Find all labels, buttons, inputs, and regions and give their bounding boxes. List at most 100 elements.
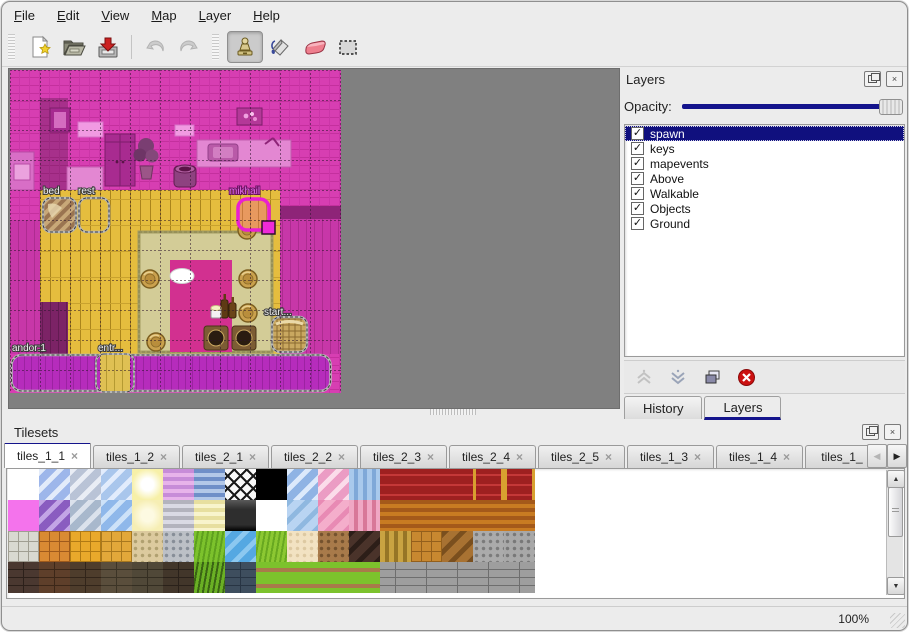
- tile-3-1[interactable]: [39, 562, 70, 593]
- tile-0-8[interactable]: [256, 469, 287, 500]
- tile-grid[interactable]: [8, 469, 535, 593]
- scroll-down-arrow[interactable]: ▼: [887, 577, 905, 595]
- tile-1-10[interactable]: [318, 500, 349, 531]
- tile-2-8[interactable]: [256, 531, 287, 562]
- tileset-tab-tiles_2_1[interactable]: tiles_2_1×: [182, 445, 269, 468]
- layer-visibility-checkbox[interactable]: ✓: [631, 202, 644, 215]
- tileset-tab-tiles_2_2[interactable]: tiles_2_2×: [271, 445, 358, 468]
- tileset-tab-tiles_2_3[interactable]: tiles_2_3×: [360, 445, 447, 468]
- tile-3-11[interactable]: [349, 562, 380, 593]
- toolbar-drag-handle[interactable]: [8, 34, 15, 60]
- tile-3-0[interactable]: [8, 562, 39, 593]
- tile-3-12[interactable]: [380, 562, 411, 593]
- layer-visibility-checkbox[interactable]: ✓: [631, 217, 644, 230]
- tile-3-5[interactable]: [163, 562, 194, 593]
- tile-0-1[interactable]: [39, 469, 70, 500]
- tile-1-3[interactable]: [101, 500, 132, 531]
- map-view[interactable]: bed rest mikhail start... entr... andor:…: [8, 68, 620, 409]
- tile-0-5[interactable]: [163, 469, 194, 500]
- tile-0-0[interactable]: [8, 469, 39, 500]
- tile-0-16[interactable]: [504, 469, 535, 500]
- layer-visibility-checkbox[interactable]: ✓: [631, 127, 644, 140]
- tile-2-9[interactable]: [287, 531, 318, 562]
- tile-2-2[interactable]: [70, 531, 101, 562]
- tileset-tab-tiles_1_1[interactable]: tiles_1_1×: [4, 443, 91, 468]
- horizontal-splitter-handle[interactable]: [430, 409, 476, 415]
- tile-1-11[interactable]: [349, 500, 380, 531]
- menu-edit[interactable]: Edit: [57, 8, 79, 23]
- tile-1-4[interactable]: [132, 500, 163, 531]
- tile-0-11[interactable]: [349, 469, 380, 500]
- tile-0-3[interactable]: [101, 469, 132, 500]
- tile-0-14[interactable]: [442, 469, 473, 500]
- layer-visibility-checkbox[interactable]: ✓: [631, 142, 644, 155]
- tile-0-4[interactable]: [132, 469, 163, 500]
- tileset-tab-tiles_2_5[interactable]: tiles_2_5×: [538, 445, 625, 468]
- tile-3-13[interactable]: [411, 562, 442, 593]
- menu-view[interactable]: View: [101, 8, 129, 23]
- tile-1-2[interactable]: [70, 500, 101, 531]
- tilesets-float-button[interactable]: [862, 424, 879, 440]
- tileset-tab-tiles_1_4[interactable]: tiles_1_4×: [716, 445, 803, 468]
- tile-2-14[interactable]: [442, 531, 473, 562]
- tile-2-3[interactable]: [101, 531, 132, 562]
- layers-float-button[interactable]: [864, 71, 881, 87]
- tile-0-7[interactable]: [225, 469, 256, 500]
- tile-1-12[interactable]: [380, 500, 411, 531]
- tile-2-16[interactable]: [504, 531, 535, 562]
- layer-row-keys[interactable]: ✓keys: [625, 141, 904, 156]
- opacity-slider[interactable]: [682, 98, 903, 114]
- tile-2-11[interactable]: [349, 531, 380, 562]
- tileset-tab-tiles_1_3[interactable]: tiles_1_3×: [627, 445, 714, 468]
- save-button[interactable]: [91, 32, 125, 62]
- tileset-tab-tiles_2_4[interactable]: tiles_2_4×: [449, 445, 536, 468]
- tile-1-14[interactable]: [442, 500, 473, 531]
- close-tab-icon[interactable]: ×: [694, 450, 701, 464]
- menu-help[interactable]: Help: [253, 8, 280, 23]
- tileset-vertical-scrollbar[interactable]: ▲ ▼: [886, 470, 903, 595]
- tile-0-12[interactable]: [380, 469, 411, 500]
- tile-1-8[interactable]: [256, 500, 287, 531]
- tile-1-6[interactable]: [194, 500, 225, 531]
- scroll-up-arrow[interactable]: ▲: [887, 470, 905, 488]
- move-layer-up-button[interactable]: [632, 365, 656, 389]
- tile-1-15[interactable]: [473, 500, 504, 531]
- duplicate-layer-button[interactable]: [700, 365, 724, 389]
- layer-row-Above[interactable]: ✓Above: [625, 171, 904, 186]
- tile-2-15[interactable]: [473, 531, 504, 562]
- eraser-button[interactable]: [297, 32, 331, 62]
- layer-row-spawn[interactable]: ✓spawn: [625, 126, 904, 141]
- new-file-button[interactable]: [23, 32, 57, 62]
- move-layer-down-button[interactable]: [666, 365, 690, 389]
- layer-visibility-checkbox[interactable]: ✓: [631, 172, 644, 185]
- tile-1-13[interactable]: [411, 500, 442, 531]
- tile-0-9[interactable]: [287, 469, 318, 500]
- dock-tab-history[interactable]: History: [624, 396, 702, 419]
- tile-3-6[interactable]: [194, 562, 225, 593]
- open-file-button[interactable]: [57, 32, 91, 62]
- toolbar-drag-handle-2[interactable]: [212, 34, 219, 60]
- close-tab-icon[interactable]: ×: [338, 450, 345, 464]
- tile-2-6[interactable]: [194, 531, 225, 562]
- layer-row-Objects[interactable]: ✓Objects: [625, 201, 904, 216]
- tile-2-5[interactable]: [163, 531, 194, 562]
- bucket-fill-button[interactable]: [263, 32, 297, 62]
- scroll-tabs-right-button[interactable]: ▶: [887, 444, 907, 468]
- tile-1-0[interactable]: [8, 500, 39, 531]
- tile-2-7[interactable]: [225, 531, 256, 562]
- tile-3-14[interactable]: [442, 562, 473, 593]
- dock-tab-layers[interactable]: Layers: [704, 396, 781, 420]
- close-tab-icon[interactable]: ×: [605, 450, 612, 464]
- layers-close-button[interactable]: ×: [886, 71, 903, 87]
- tile-2-10[interactable]: [318, 531, 349, 562]
- close-tab-icon[interactable]: ×: [249, 450, 256, 464]
- tile-3-9[interactable]: [287, 562, 318, 593]
- tile-0-6[interactable]: [194, 469, 225, 500]
- undo-button[interactable]: [138, 32, 172, 62]
- scrollbar-thumb[interactable]: [888, 487, 903, 537]
- tile-1-9[interactable]: [287, 500, 318, 531]
- tile-3-10[interactable]: [318, 562, 349, 593]
- tile-3-3[interactable]: [101, 562, 132, 593]
- tile-1-5[interactable]: [163, 500, 194, 531]
- opacity-slider-handle[interactable]: [879, 99, 903, 115]
